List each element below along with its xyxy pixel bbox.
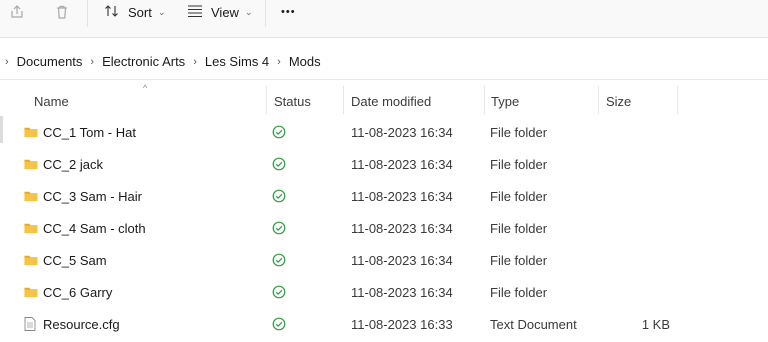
folder-icon	[24, 286, 38, 298]
file-size	[600, 244, 670, 276]
sync-status-icon	[272, 276, 286, 308]
file-row[interactable]: CC_5 Sam 11-08-2023 16:34 File folder	[0, 244, 768, 276]
column-header-status[interactable]: Status	[274, 90, 311, 112]
file-date: 11-08-2023 16:34	[351, 156, 453, 172]
file-name-cell[interactable]: CC_4 Sam - cloth	[24, 212, 146, 244]
file-type: Text Document	[490, 316, 577, 332]
file-name-cell[interactable]: Resource.cfg	[24, 308, 120, 340]
sort-label: Sort	[128, 4, 152, 20]
breadcrumb-item-electronic-arts[interactable]: Electronic Arts	[102, 54, 185, 69]
file-size: 1 KB	[641, 316, 670, 332]
file-date: 11-08-2023 16:33	[351, 316, 453, 332]
file-type: File folder	[490, 252, 548, 268]
file-row[interactable]: CC_4 Sam - cloth 11-08-2023 16:34 File fol…	[0, 212, 768, 244]
sync-status-icon	[272, 212, 286, 244]
file-row[interactable]: CC_3 Sam - Hair 11-08-2023 16:34 File fold…	[0, 180, 768, 212]
file-date: 11-08-2023 16:34	[351, 188, 453, 204]
view-button[interactable]: View ⌄	[187, 0, 253, 24]
chevron-down-icon: ⌄	[244, 6, 253, 17]
chevron-right-icon[interactable]: ›	[5, 56, 9, 68]
column-header-size[interactable]: Size	[606, 90, 631, 112]
more-icon: •••	[281, 6, 296, 18]
view-label: View	[211, 4, 239, 20]
sort-icon	[104, 3, 120, 22]
file-row[interactable]: CC_1 Tom - Hat 11-08-2023 16:34 File folde…	[0, 116, 768, 148]
sync-status-icon	[272, 180, 286, 212]
document-icon	[24, 317, 38, 331]
more-options-button[interactable]: •••	[281, 0, 296, 24]
file-name: CC_3 Sam - Hair	[43, 188, 142, 204]
file-size	[600, 180, 670, 212]
file-row[interactable]: CC_6 Garry 11-08-2023 16:34 File folder	[0, 276, 768, 308]
file-size	[600, 148, 670, 180]
file-name-cell[interactable]: CC_6 Garry	[24, 276, 112, 308]
column-header-type[interactable]: Type	[491, 90, 519, 112]
file-size	[600, 276, 670, 308]
column-divider[interactable]	[598, 86, 599, 114]
file-type: File folder	[490, 188, 548, 204]
sync-status-icon	[272, 116, 286, 148]
command-bar: Sort ⌄ View ⌄ •••	[0, 0, 768, 37]
folder-icon	[24, 158, 38, 170]
chevron-right-icon[interactable]: ›	[277, 56, 281, 68]
address-divider-line	[0, 79, 768, 80]
file-name-cell[interactable]: CC_1 Tom - Hat	[24, 116, 136, 148]
file-date: 11-08-2023 16:34	[351, 220, 453, 236]
column-divider[interactable]	[484, 86, 485, 114]
chevron-down-icon: ⌄	[157, 6, 166, 17]
column-divider[interactable]	[677, 86, 678, 114]
file-name: CC_4 Sam - cloth	[43, 220, 146, 236]
chevron-right-icon[interactable]: ›	[193, 56, 197, 68]
breadcrumb-item-mods[interactable]: Mods	[289, 54, 321, 69]
file-name: Resource.cfg	[43, 316, 120, 332]
file-name: CC_5 Sam	[43, 252, 107, 268]
column-header-name[interactable]: Name	[34, 90, 69, 112]
file-type: File folder	[490, 220, 548, 236]
sort-ascending-icon: ^	[143, 83, 148, 93]
breadcrumb-item-documents[interactable]: Documents	[17, 54, 83, 69]
file-type: File folder	[490, 284, 548, 300]
toolbar-divider	[87, 0, 88, 27]
file-row[interactable]: CC_2 jack 11-08-2023 16:34 File folder	[0, 148, 768, 180]
file-name: CC_2 jack	[43, 156, 103, 172]
folder-icon	[24, 190, 38, 202]
file-size	[600, 212, 670, 244]
sort-button[interactable]: Sort ⌄	[104, 0, 165, 24]
folder-icon	[24, 126, 38, 138]
file-type: File folder	[490, 156, 548, 172]
column-divider[interactable]	[266, 86, 267, 114]
file-type: File folder	[490, 124, 548, 140]
folder-icon	[24, 254, 38, 266]
file-name-cell[interactable]: CC_5 Sam	[24, 244, 107, 276]
toolbar-divider-line	[0, 37, 768, 38]
file-name: CC_1 Tom - Hat	[43, 124, 136, 140]
file-row[interactable]: Resource.cfg 11-08-2023 16:33 Text Documen…	[0, 308, 768, 340]
sync-status-icon	[272, 244, 286, 276]
file-name: CC_6 Garry	[43, 284, 113, 300]
column-divider[interactable]	[343, 86, 344, 114]
breadcrumb-item-les-sims-4[interactable]: Les Sims 4	[205, 54, 269, 69]
chevron-right-icon[interactable]: ›	[90, 56, 94, 68]
breadcrumb: › Documents › Electronic Arts › Les Sims…	[0, 44, 768, 79]
share-icon[interactable]	[5, 2, 29, 22]
file-size	[600, 116, 670, 148]
sync-status-icon	[272, 308, 286, 340]
file-date: 11-08-2023 16:34	[351, 252, 453, 268]
column-header-date-modified[interactable]: Date modified	[351, 90, 431, 112]
sync-status-icon	[272, 148, 286, 180]
folder-icon	[24, 222, 38, 234]
view-icon	[187, 4, 203, 21]
file-name-cell[interactable]: CC_2 jack	[24, 148, 103, 180]
file-name-cell[interactable]: CC_3 Sam - Hair	[24, 180, 142, 212]
file-date: 11-08-2023 16:34	[351, 124, 453, 140]
delete-icon[interactable]	[50, 2, 74, 22]
file-date: 11-08-2023 16:34	[351, 284, 453, 300]
toolbar-divider	[265, 0, 266, 27]
